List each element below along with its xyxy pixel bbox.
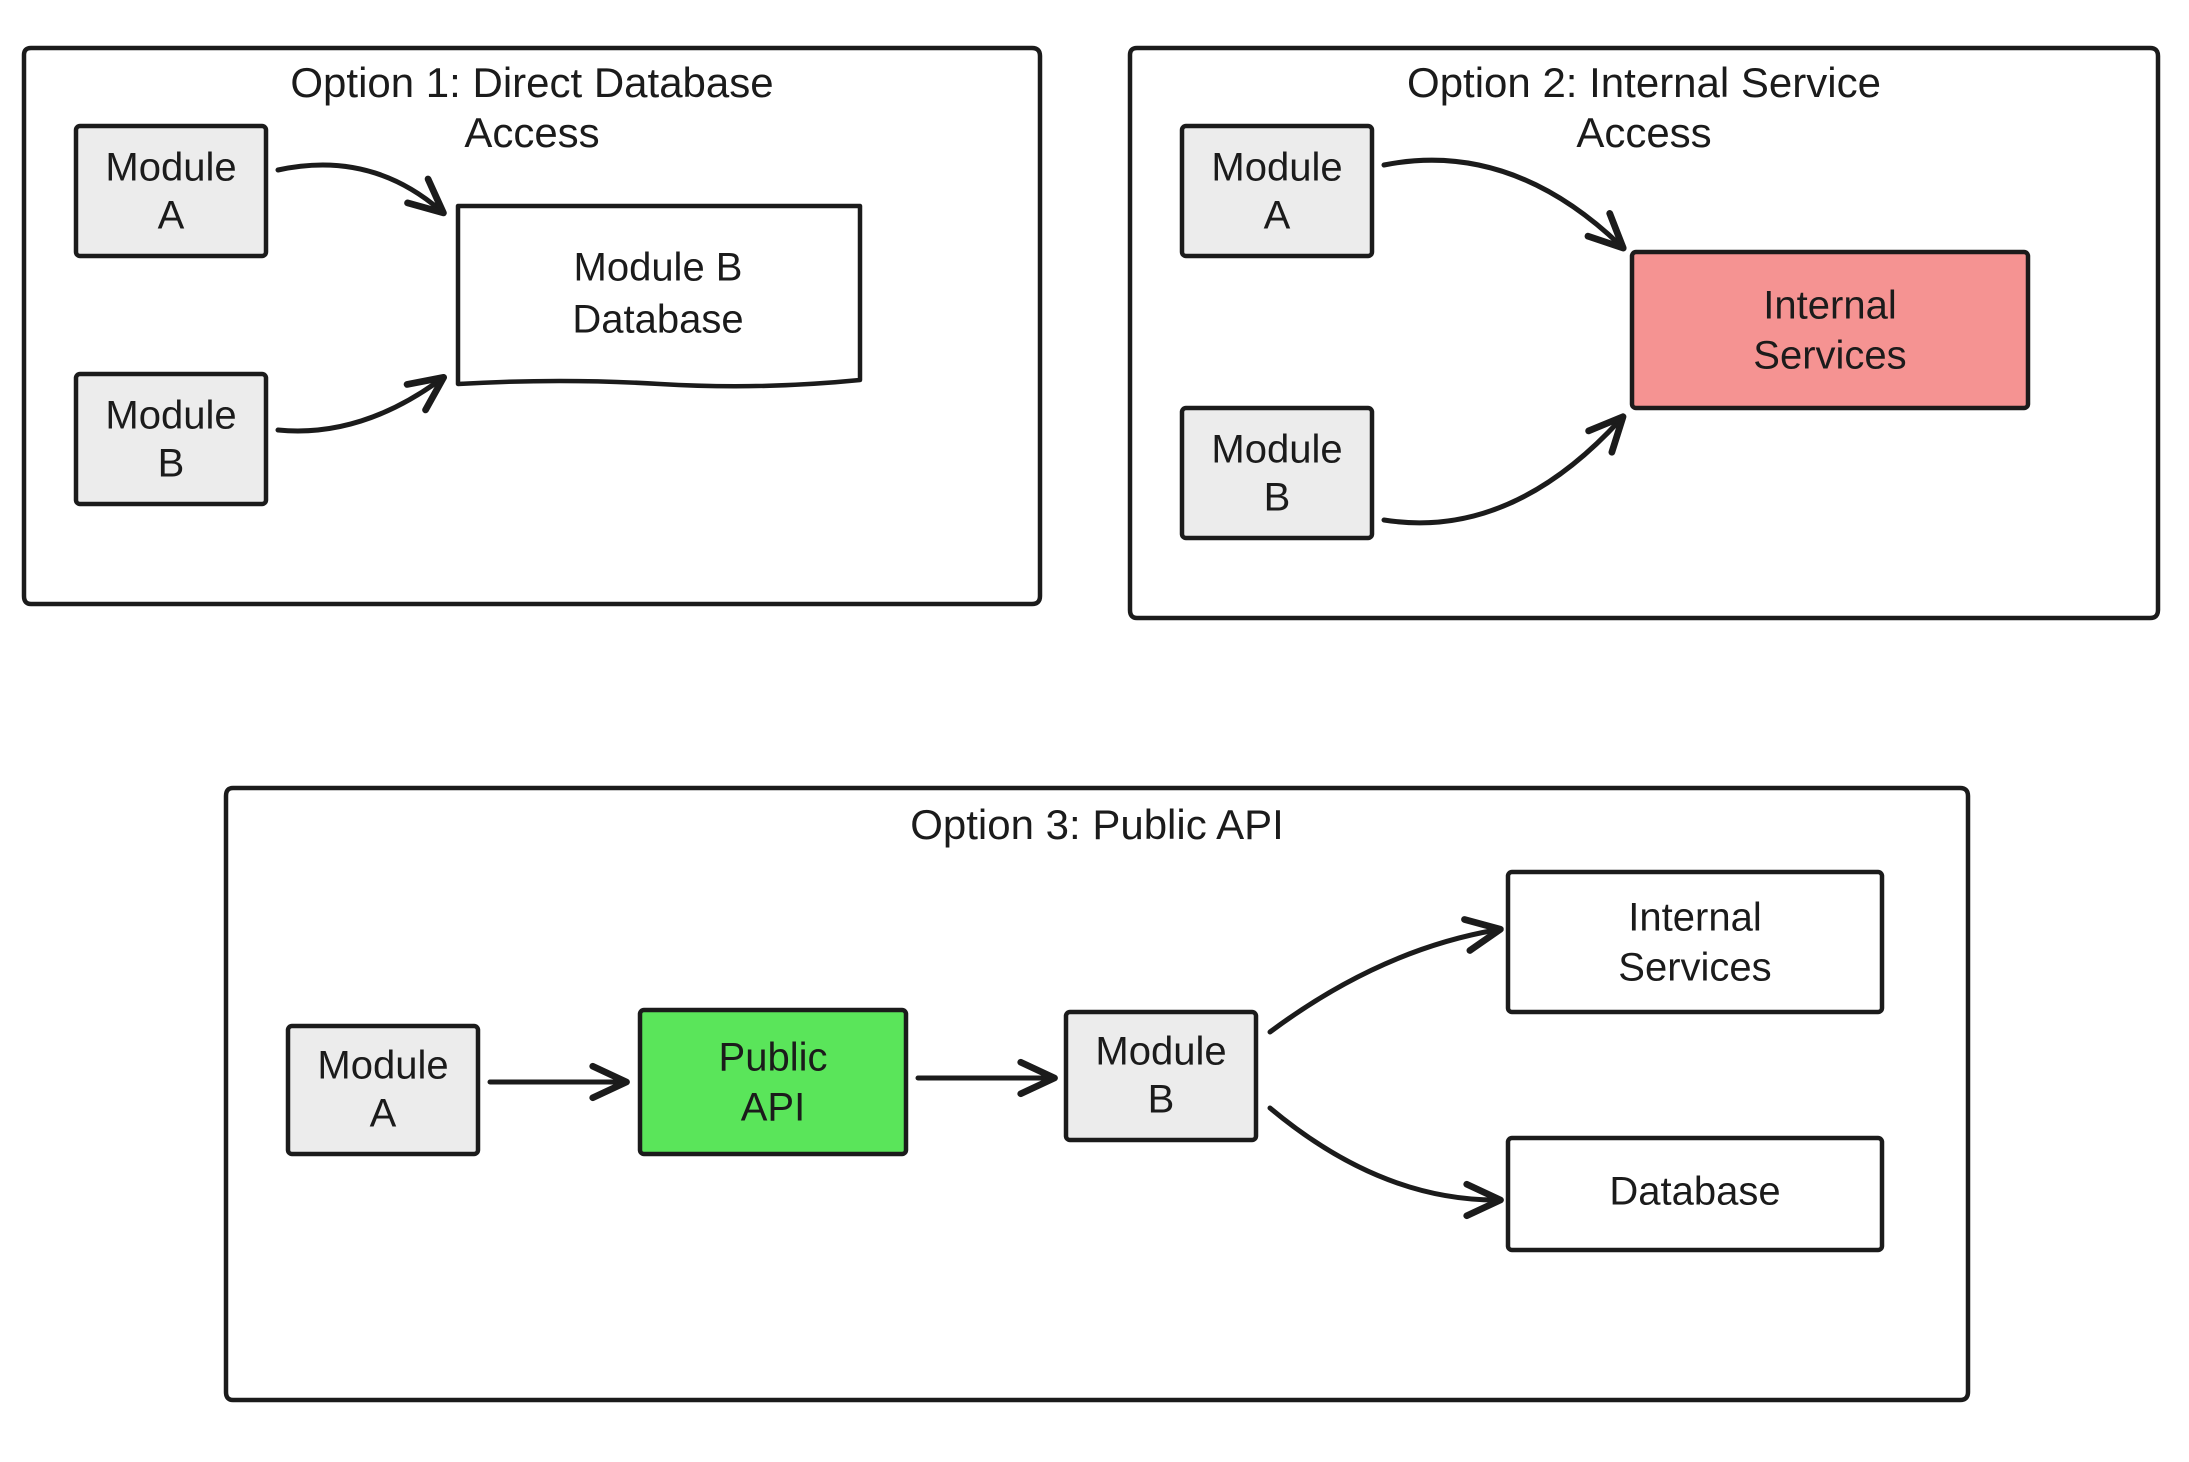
module-b-1-line-1: Module — [105, 394, 236, 438]
panel-2-title-line-2: Access — [1576, 109, 1711, 156]
diagram-root: Option 1: Direct Database Access Module … — [0, 0, 2189, 1462]
node-module-a-2: Module A — [1182, 126, 1372, 256]
module-b-1-line-2: B — [158, 442, 185, 486]
module-a-1-line-1: Module — [105, 146, 236, 190]
database-line-1: Module B — [574, 246, 743, 290]
database-3-line-1: Database — [1609, 1170, 1780, 1214]
node-module-b-3: Module B — [1066, 1012, 1256, 1140]
panel-option-2: Option 2: Internal Service Access Module… — [1130, 48, 2158, 618]
module-a-2-line-2: A — [1264, 194, 1291, 238]
module-b-2-line-2: B — [1264, 476, 1291, 520]
node-module-a-3: Module A — [288, 1026, 478, 1154]
internal-services-2-line-1: Internal — [1763, 284, 1896, 328]
node-database-3: Database — [1508, 1138, 1882, 1250]
panel-3-title: Option 3: Public API — [910, 801, 1284, 848]
panel-1-title-line-2: Access — [464, 109, 599, 156]
node-public-api: Public API — [640, 1010, 906, 1154]
module-b-3-line-2: B — [1148, 1078, 1175, 1122]
panel-option-3: Option 3: Public API Module A Public API… — [226, 788, 1968, 1400]
internal-services-2-line-2: Services — [1753, 334, 1906, 378]
module-a-3-line-1: Module — [317, 1044, 448, 1088]
public-api-line-2: API — [741, 1086, 805, 1130]
module-b-2-line-1: Module — [1211, 428, 1342, 472]
node-module-a-1: Module A — [76, 126, 266, 256]
node-internal-services-3: Internal Services — [1508, 872, 1882, 1012]
public-api-line-1: Public — [719, 1036, 828, 1080]
panel-option-1: Option 1: Direct Database Access Module … — [24, 48, 1040, 604]
panel-2-title-line-1: Option 2: Internal Service — [1407, 59, 1881, 106]
node-module-b-database: Module B Database — [458, 206, 860, 386]
panel-1-title-line-1: Option 1: Direct Database — [290, 59, 773, 106]
module-a-3-line-2: A — [370, 1092, 397, 1136]
database-line-2: Database — [572, 298, 743, 342]
module-b-3-line-1: Module — [1095, 1030, 1226, 1074]
module-a-2-line-1: Module — [1211, 146, 1342, 190]
node-module-b-2: Module B — [1182, 408, 1372, 538]
internal-services-3-line-2: Services — [1618, 946, 1771, 990]
node-internal-services-2: Internal Services — [1632, 252, 2028, 408]
internal-services-3-line-1: Internal — [1628, 896, 1761, 940]
node-module-b-1: Module B — [76, 374, 266, 504]
module-a-1-line-2: A — [158, 194, 185, 238]
